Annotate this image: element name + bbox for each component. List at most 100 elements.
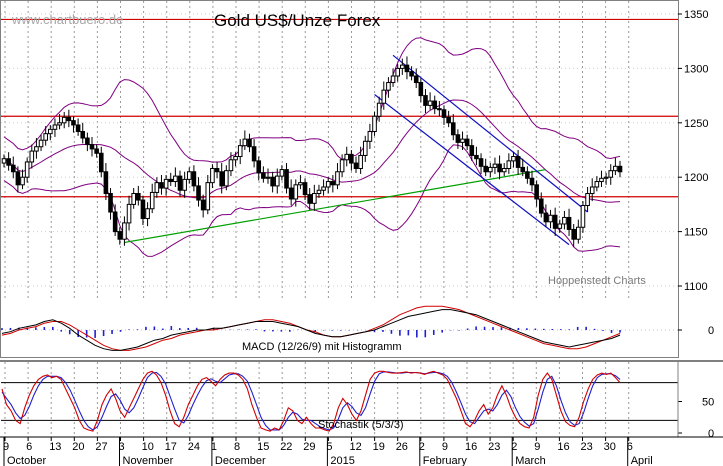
candle-body — [617, 165, 623, 173]
candle-body — [562, 216, 567, 225]
candle-body — [362, 140, 368, 156]
candle-body — [122, 222, 127, 240]
month-label: February — [423, 455, 468, 466]
candle-body — [515, 156, 521, 168]
stochastic-tick-label: 50 — [702, 397, 714, 409]
candle-body — [43, 133, 48, 141]
candle-body — [534, 184, 539, 200]
candle-body — [15, 171, 21, 186]
candle-body — [103, 171, 109, 195]
macd-label: MACD (12/26/9) mit Histogramm — [242, 341, 402, 353]
candle-body — [52, 124, 58, 130]
price-tick-label: 1200 — [684, 172, 708, 184]
date-tick-label: 12 — [350, 441, 362, 453]
candle-body — [566, 216, 572, 230]
date-tick-label: 22 — [280, 441, 292, 453]
candle-body — [200, 199, 206, 211]
candle-body — [400, 64, 405, 69]
price-tick-label: 1300 — [684, 63, 708, 75]
candle-body — [224, 170, 229, 187]
macd-tick-label: 0 — [708, 325, 714, 337]
price-tick-label: 1250 — [684, 118, 708, 130]
candle-body — [409, 71, 414, 77]
candle-body — [594, 181, 600, 188]
candle-body — [89, 144, 95, 150]
candle-body — [608, 170, 614, 178]
candle-body — [460, 138, 465, 143]
candle-body — [603, 176, 609, 179]
month-label: October — [7, 455, 46, 466]
candle-body — [57, 122, 62, 126]
candle-body — [265, 176, 271, 179]
candle-body — [390, 75, 396, 84]
date-tick-label: 20 — [72, 441, 84, 453]
candle-body — [20, 176, 25, 186]
candle-body — [325, 181, 331, 188]
candle-body — [154, 182, 160, 193]
candle-body — [186, 171, 192, 180]
source-label: Hoppenstedt Charts — [548, 275, 646, 287]
candle-body — [159, 182, 164, 189]
price-axis: 1100 1150 1200 1250 1300 1350 — [678, 9, 708, 293]
candle-body — [214, 167, 220, 173]
candle-body — [474, 154, 479, 160]
date-tick-label: 30 — [604, 441, 616, 453]
candle-body — [284, 169, 289, 189]
candle-body — [520, 166, 526, 173]
candle-body — [497, 163, 502, 173]
candle-body — [404, 64, 410, 73]
candle-body — [228, 159, 234, 172]
date-tick-label: 10 — [142, 441, 154, 453]
candle-body — [177, 175, 183, 191]
candle-body — [418, 82, 424, 97]
candle-body — [6, 158, 11, 166]
candle-body — [432, 100, 438, 110]
candle-body — [585, 193, 590, 206]
price-tick-label: 1100 — [684, 281, 708, 293]
candle-body — [61, 116, 67, 124]
candle-body — [251, 146, 257, 162]
candle-body — [427, 100, 433, 106]
watermark: www.chartbuero.de — [11, 12, 123, 27]
candle-body — [219, 171, 224, 187]
candle-body — [344, 153, 350, 161]
candle-body — [339, 159, 345, 173]
candle-body — [613, 165, 618, 172]
candle-body — [321, 186, 326, 191]
date-tick-label: 19 — [373, 441, 385, 453]
candle-body — [511, 156, 516, 162]
candle-body — [548, 214, 553, 223]
candle-body — [464, 138, 470, 147]
candle-body — [163, 178, 169, 189]
candle-body — [446, 116, 451, 124]
candle-body — [353, 162, 359, 169]
candle-body — [182, 178, 187, 191]
candle-body — [261, 172, 266, 179]
candle-body — [136, 193, 141, 201]
candle-body — [395, 67, 400, 77]
candle-body — [312, 193, 317, 204]
candle-body — [117, 231, 123, 240]
candle-body — [173, 175, 178, 183]
candle-body — [488, 166, 493, 173]
candle-body — [576, 226, 581, 240]
stochastic-tick-label: 0 — [708, 428, 714, 440]
date-tick-label: 16 — [465, 441, 477, 453]
candle-body — [437, 108, 442, 111]
candle-body — [423, 95, 428, 106]
candle-body — [330, 181, 336, 186]
candle-body — [381, 89, 387, 104]
candle-body — [529, 177, 535, 186]
date-tick-label: 26 — [396, 441, 408, 453]
candle-body — [525, 171, 530, 179]
candle-body — [288, 187, 294, 200]
candle-body — [94, 148, 99, 154]
candle-body — [34, 146, 39, 152]
date-tick-label: 6 — [26, 441, 32, 453]
candle-body — [298, 182, 303, 186]
candle-body — [10, 164, 16, 173]
candle-body — [376, 102, 382, 117]
candle-body — [80, 131, 86, 139]
candle-body — [48, 128, 53, 135]
month-label: December — [215, 455, 266, 466]
